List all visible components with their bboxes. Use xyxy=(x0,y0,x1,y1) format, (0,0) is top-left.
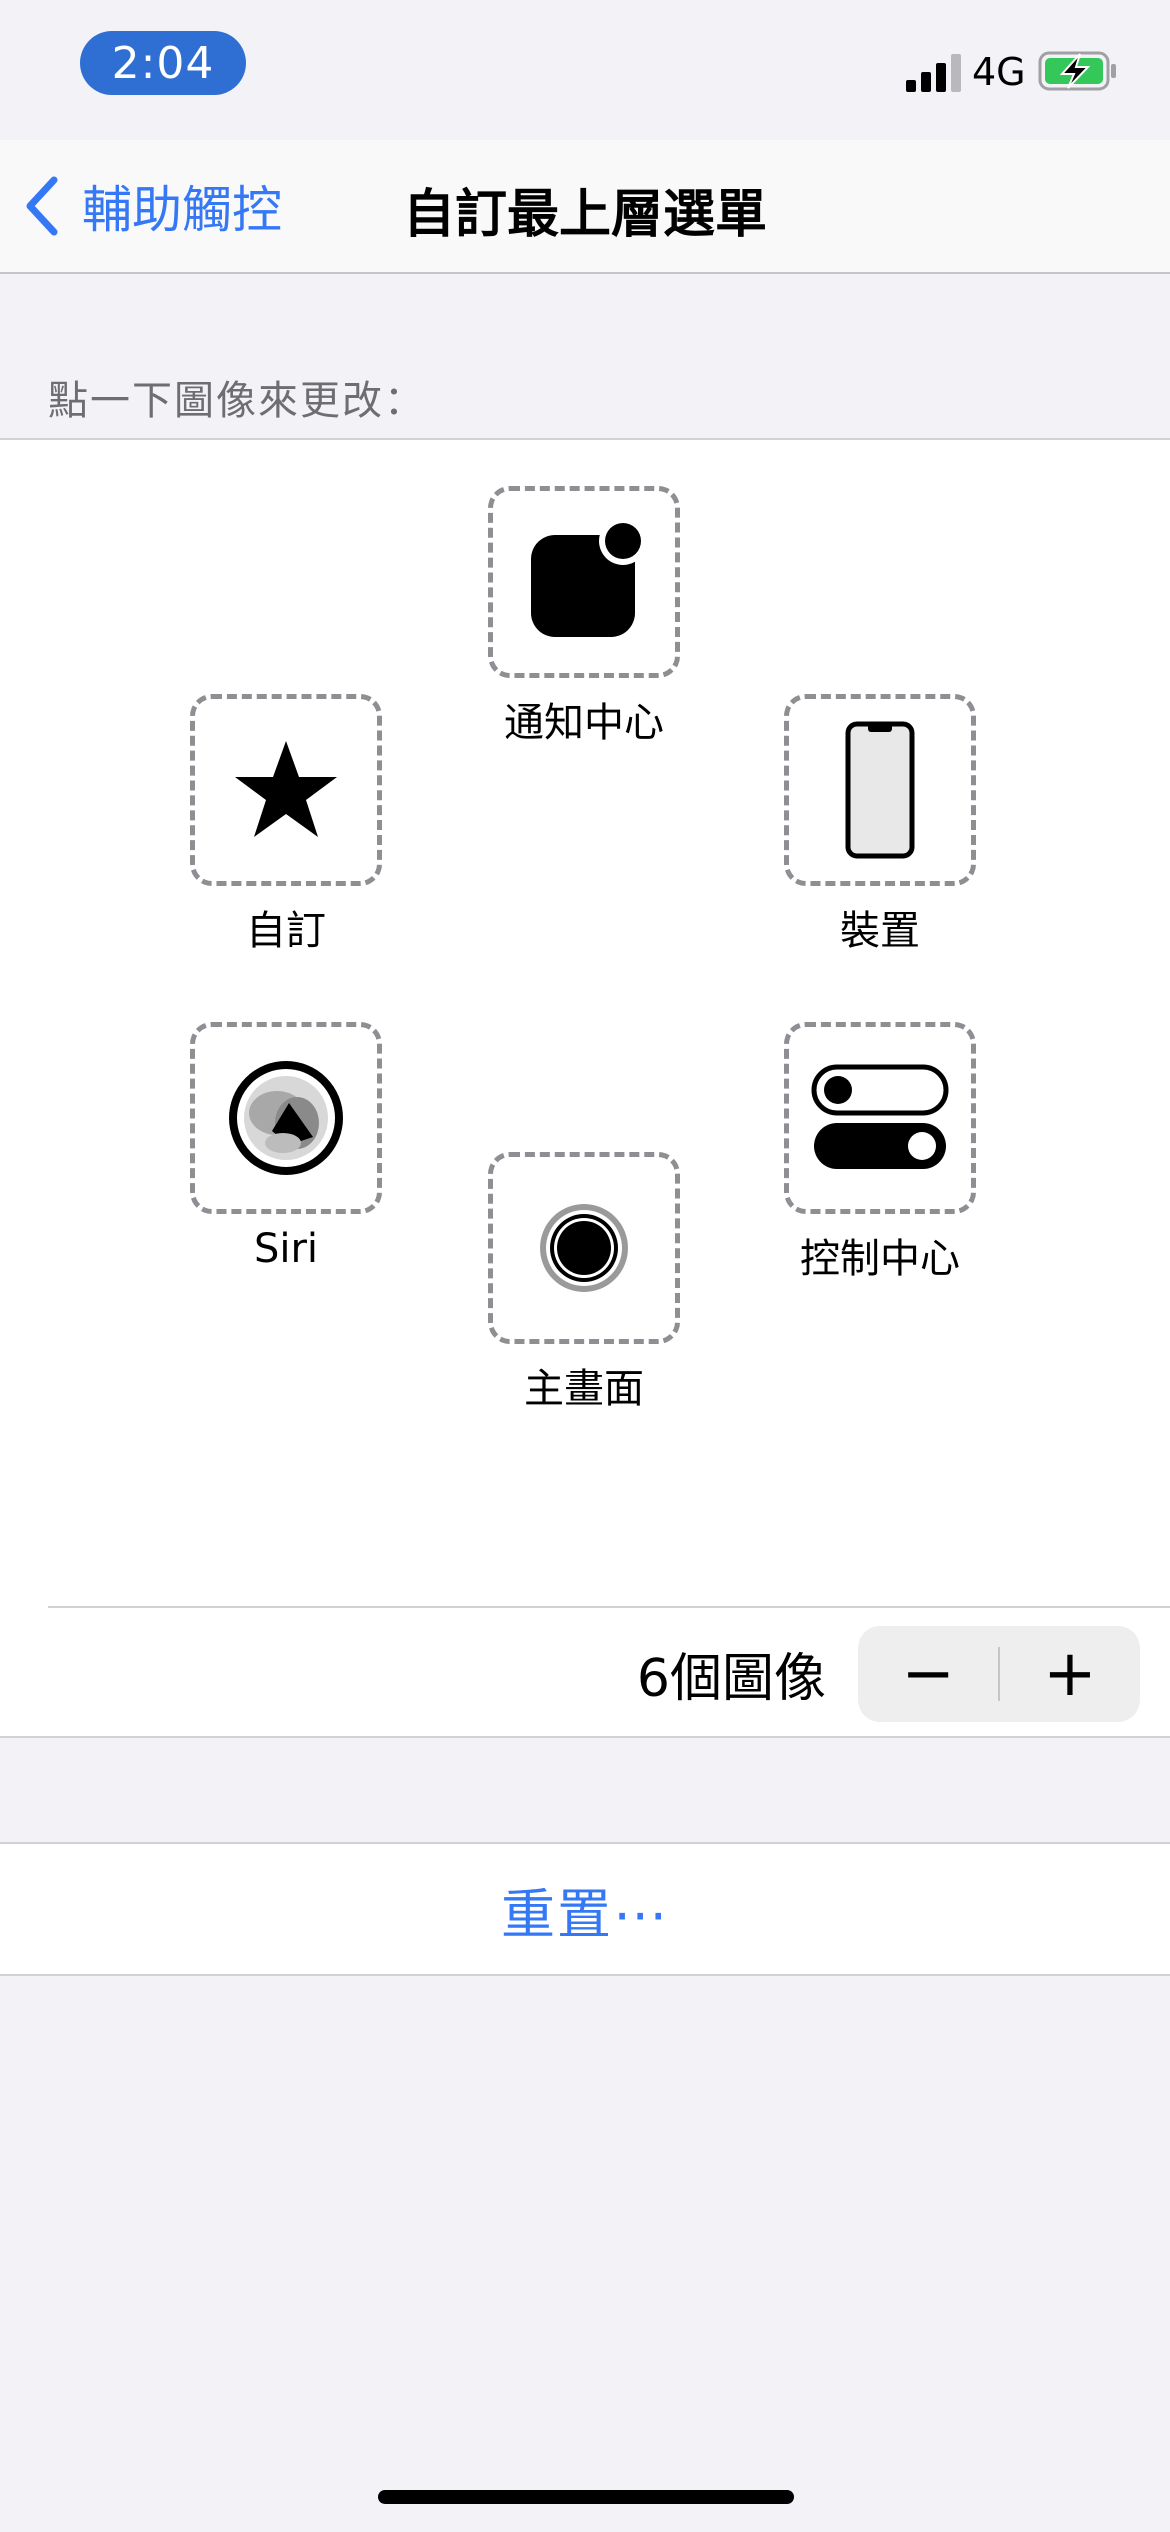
siri-icon xyxy=(229,1061,343,1175)
star-icon xyxy=(235,741,337,837)
signal-bars-icon xyxy=(906,54,961,92)
menu-label-device: 裝置 xyxy=(840,908,920,954)
menu-label-custom: 自訂 xyxy=(246,908,326,954)
home-indicator[interactable] xyxy=(378,2490,794,2504)
menu-label-home: 主畫面 xyxy=(524,1366,644,1412)
status-bar: 2:04 4G xyxy=(0,0,1170,140)
divider xyxy=(48,1606,1170,1608)
home-button-icon xyxy=(540,1204,628,1292)
menu-slot-custom[interactable] xyxy=(190,694,382,886)
notification-center-icon xyxy=(531,523,643,637)
section-header: 點一下圖像來更改： xyxy=(48,378,426,424)
increment-button[interactable]: + xyxy=(1000,1626,1140,1722)
network-type: 4G xyxy=(972,50,1026,94)
battery-charging-icon xyxy=(1038,51,1116,91)
menu-label-siri: Siri xyxy=(253,1226,319,1272)
menu-slot-control-center[interactable] xyxy=(784,1022,976,1214)
icon-count-stepper[interactable]: − + xyxy=(858,1626,1140,1722)
top-level-menu-editor: 通知中心 自訂 裝置 Siri 控制中心 主畫面 6個圖像 − + xyxy=(0,438,1170,1738)
menu-label-control-center: 控制中心 xyxy=(800,1236,960,1282)
menu-slot-device[interactable] xyxy=(784,694,976,886)
menu-label-notification-center: 通知中心 xyxy=(504,700,664,746)
page-title: 自訂最上層選單 xyxy=(402,185,767,245)
menu-slot-notification-center[interactable] xyxy=(488,486,680,678)
navigation-bar: 輔助觸控 自訂最上層選單 xyxy=(0,140,1170,274)
reset-label: 重置⋯ xyxy=(501,1882,669,1946)
icon-count-label: 6個圖像 xyxy=(636,1649,826,1709)
reset-button[interactable]: 重置⋯ xyxy=(0,1842,1170,1976)
control-center-toggles-icon xyxy=(811,1064,949,1169)
menu-slot-home[interactable] xyxy=(488,1152,680,1344)
status-time[interactable]: 2:04 xyxy=(80,31,246,95)
menu-slot-siri[interactable] xyxy=(190,1022,382,1214)
decrement-button[interactable]: − xyxy=(858,1626,998,1722)
device-iphone-icon xyxy=(845,721,915,859)
